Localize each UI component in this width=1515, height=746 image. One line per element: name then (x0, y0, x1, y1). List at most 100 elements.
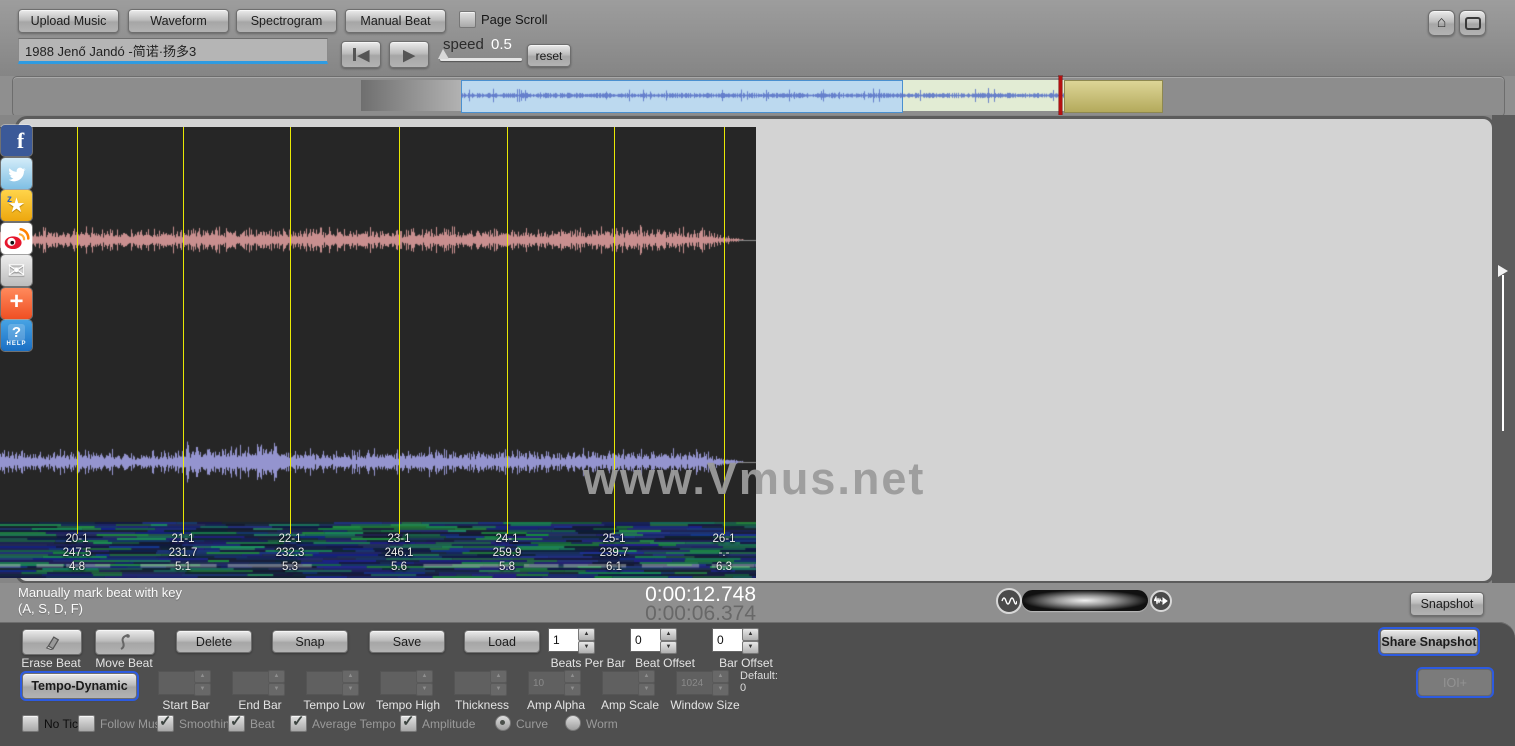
beat-label: 22-1 232.3 5.3 (258, 532, 322, 574)
home-button[interactable]: ⌂ (1428, 10, 1455, 36)
mark-beat-hint-line1: Manually mark beat with key (18, 585, 183, 600)
check-icon: ✓ (159, 713, 172, 730)
stepper-down-button[interactable]: ▼ (578, 641, 595, 654)
no-tick-checkbox[interactable] (22, 715, 39, 732)
bar-offset-label: Bar Offset (719, 656, 773, 670)
sharp-wave-toggle-button[interactable] (1150, 590, 1172, 612)
play-button[interactable]: ▶ (389, 41, 429, 68)
qzone-share-button[interactable]: ★ z (1, 190, 32, 221)
share-snapshot-button[interactable]: Share Snapshot (1378, 627, 1480, 656)
beat-line[interactable] (183, 127, 184, 534)
default-value: 0 (740, 682, 747, 694)
worm-radio[interactable] (565, 715, 581, 731)
beat-offset-stepper: ▲ ▼ (660, 628, 677, 654)
stepper-up-button: ▲ (416, 670, 433, 683)
amp-alpha-stepper: ▲ ▼ (564, 670, 581, 696)
beat-tempo: 231.7 (168, 547, 198, 559)
vertical-zoom-slider[interactable] (1502, 275, 1504, 431)
beat-bar-number: 20-1 (65, 533, 89, 545)
beat-tempo: 239.7 (599, 547, 629, 559)
beat-offset-label: Beat Offset (635, 656, 695, 670)
play-icon: ▶ (403, 46, 415, 64)
beat-line[interactable] (399, 127, 400, 534)
load-button[interactable]: Load (464, 630, 540, 653)
beat-tempo: -.- (718, 547, 730, 559)
overview-leadin-segment[interactable] (361, 80, 461, 111)
speed-slider-track[interactable] (440, 58, 522, 61)
thickness-value (454, 671, 492, 695)
amp-alpha-label: Amp Alpha (526, 698, 586, 712)
stepper-up-button[interactable]: ▲ (742, 628, 759, 641)
vertical-zoom-slider-thumb[interactable] (1498, 265, 1508, 277)
beats-per-bar-value[interactable]: 1 (548, 628, 580, 652)
stepper-down-button: ▼ (342, 683, 359, 696)
smooth-wave-toggle-button[interactable] (996, 588, 1022, 614)
beat-bar-number: 25-1 (602, 533, 626, 545)
average-tempo-checkbox[interactable]: ✓ (290, 713, 307, 732)
snapshot-button[interactable]: Snapshot (1410, 592, 1484, 616)
tempo-high-value (380, 671, 418, 695)
speed-slider-thumb[interactable] (438, 49, 449, 59)
speed-label: speed (443, 36, 484, 53)
end-bar-label: End Bar (238, 698, 282, 712)
stepper-down-button[interactable]: ▼ (742, 641, 759, 654)
waveform-panel: 20-1 247.5 4.8 21-1 231.7 5.1 22-1 232.3… (0, 127, 756, 578)
bar-offset-value[interactable]: 0 (712, 628, 744, 652)
move-beat-icon (120, 634, 130, 650)
overview-strip[interactable] (12, 76, 1505, 117)
delete-button[interactable]: Delete (176, 630, 252, 653)
track-title-input[interactable] (18, 38, 328, 64)
twitter-share-button[interactable] (1, 158, 32, 189)
beat-tempo: 246.1 (384, 547, 414, 559)
help-button[interactable]: ? HELP (1, 320, 32, 351)
ioi-button[interactable]: IOI+ (1416, 667, 1494, 698)
amplitude-label: Amplitude (422, 717, 476, 731)
start-bar-stepper: ▲ ▼ (194, 670, 211, 696)
waveform-button[interactable]: Waveform (128, 9, 229, 33)
reset-button[interactable]: reset (527, 44, 571, 67)
move-beat-button[interactable] (95, 629, 155, 655)
spectrogram-button[interactable]: Spectrogram (236, 9, 337, 33)
beat-offset-value[interactable]: 0 (630, 628, 662, 652)
manual-beat-button[interactable]: Manual Beat (345, 9, 446, 33)
stepper-down-button: ▼ (416, 683, 433, 696)
email-share-button[interactable]: ✉ (1, 255, 32, 286)
facebook-share-button[interactable]: f (1, 125, 32, 156)
follow-music-checkbox[interactable] (78, 715, 95, 732)
page-scroll-checkbox[interactable] (459, 11, 476, 28)
save-button[interactable]: Save (369, 630, 445, 653)
snap-button[interactable]: Snap (272, 630, 348, 653)
beat-line[interactable] (290, 127, 291, 534)
beat-time: 5.1 (175, 561, 191, 573)
rewind-button[interactable]: ◀ (341, 41, 381, 68)
beat-tempo: 259.9 (492, 547, 522, 559)
stepper-up-button[interactable]: ▲ (660, 628, 677, 641)
weibo-share-button[interactable] (1, 223, 32, 254)
waveform-canvas[interactable] (0, 127, 756, 578)
stepper-down-button[interactable]: ▼ (660, 641, 677, 654)
fullscreen-button[interactable] (1459, 10, 1486, 36)
amplitude-checkbox[interactable]: ✓ (400, 713, 417, 732)
curve-radio[interactable] (495, 715, 511, 731)
wave-blend-slider[interactable] (1022, 590, 1148, 611)
beat-bar-number: 24-1 (495, 533, 519, 545)
tempo-dynamic-button[interactable]: Tempo-Dynamic (20, 671, 139, 701)
weibo-icon (4, 227, 30, 250)
erase-beat-button[interactable] (22, 629, 82, 655)
beat-label: 26-1 -.- 6.3 (692, 532, 756, 574)
smoothing-checkbox[interactable]: ✓ (157, 713, 174, 732)
stepper-up-button[interactable]: ▲ (578, 628, 595, 641)
amp-scale-stepper: ▲ ▼ (638, 670, 655, 696)
addthis-share-button[interactable]: + (1, 288, 32, 319)
overview-remaining-segment[interactable] (1064, 80, 1163, 113)
end-bar-value (232, 671, 270, 695)
beat-label: 23-1 246.1 5.6 (367, 532, 431, 574)
home-icon: ⌂ (1436, 14, 1447, 31)
average-tempo-label: Average Tempo (312, 717, 396, 731)
beat-line[interactable] (507, 127, 508, 534)
beat-checkbox[interactable]: ✓ (228, 713, 245, 732)
overview-playhead[interactable] (1059, 76, 1062, 117)
upload-music-button[interactable]: Upload Music (18, 9, 119, 33)
erase-beat-label: Erase Beat (21, 656, 81, 670)
beat-line[interactable] (77, 127, 78, 534)
